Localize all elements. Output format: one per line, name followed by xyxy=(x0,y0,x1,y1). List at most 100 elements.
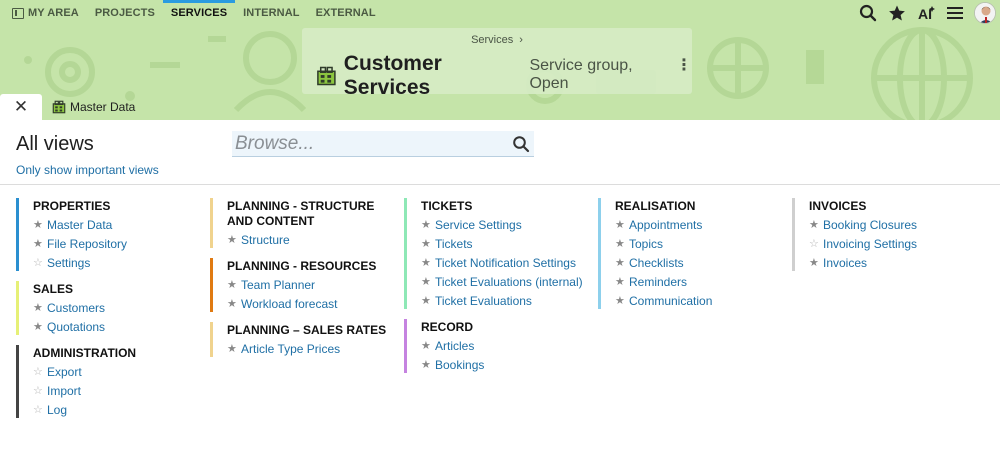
view-item-communication[interactable]: ★ Communication xyxy=(615,294,786,309)
view-item-label[interactable]: Ticket Evaluations (internal) xyxy=(435,275,583,290)
view-item-export[interactable]: ☆ Export xyxy=(33,365,204,380)
view-item-team-planner[interactable]: ★ Team Planner xyxy=(227,278,398,293)
star-filled-icon[interactable]: ★ xyxy=(421,339,433,354)
star-outline-icon[interactable]: ☆ xyxy=(33,384,45,399)
star-filled-icon[interactable]: ★ xyxy=(421,237,433,252)
view-item-label[interactable]: Reminders xyxy=(629,275,687,290)
star-filled-icon[interactable]: ★ xyxy=(615,218,627,233)
view-item-label[interactable]: Invoices xyxy=(823,256,867,271)
view-item-label[interactable]: Customers xyxy=(47,301,105,316)
view-item-import[interactable]: ☆ Import xyxy=(33,384,204,399)
star-outline-icon[interactable]: ☆ xyxy=(33,256,45,271)
view-item-structure[interactable]: ★ Structure xyxy=(227,233,398,248)
view-item-invoices[interactable]: ★ Invoices xyxy=(809,256,980,271)
view-item-label[interactable]: Quotations xyxy=(47,320,105,335)
star-filled-icon[interactable]: ★ xyxy=(33,301,45,316)
view-item-master-data[interactable]: ★ Master Data xyxy=(33,218,204,233)
view-item-reminders[interactable]: ★ Reminders xyxy=(615,275,786,290)
view-item-bookings[interactable]: ★ Bookings xyxy=(421,358,592,373)
view-item-label[interactable]: Appointments xyxy=(629,218,702,233)
view-item-ticket-notification-settings[interactable]: ★ Ticket Notification Settings xyxy=(421,256,592,271)
user-avatar[interactable] xyxy=(974,2,996,24)
view-item-label[interactable]: Communication xyxy=(629,294,712,309)
view-item-invoicing-settings[interactable]: ☆ Invoicing Settings xyxy=(809,237,980,252)
view-item-workload-forecast[interactable]: ★ Workload forecast xyxy=(227,297,398,312)
view-item-label[interactable]: Master Data xyxy=(47,218,112,233)
view-item-label[interactable]: Bookings xyxy=(435,358,484,373)
nav-services[interactable]: SERVICES xyxy=(162,0,236,26)
view-item-article-type-prices[interactable]: ★ Article Type Prices xyxy=(227,342,398,357)
more-options-icon[interactable]: ⋮ xyxy=(676,55,692,75)
star-outline-icon[interactable]: ☆ xyxy=(33,403,45,418)
tab-master-data[interactable]: Master Data xyxy=(42,94,145,120)
view-item-label[interactable]: Ticket Notification Settings xyxy=(435,256,576,271)
search-icon[interactable] xyxy=(858,3,878,23)
star-filled-icon[interactable]: ★ xyxy=(615,294,627,309)
view-item-topics[interactable]: ★ Topics xyxy=(615,237,786,252)
view-item-articles[interactable]: ★ Articles xyxy=(421,339,592,354)
view-item-label[interactable]: Service Settings xyxy=(435,218,522,233)
view-item-label[interactable]: Article Type Prices xyxy=(241,342,340,357)
view-item-label[interactable]: Structure xyxy=(241,233,290,248)
view-item-settings[interactable]: ☆ Settings xyxy=(33,256,204,271)
view-item-label[interactable]: Export xyxy=(47,365,82,380)
view-item-label[interactable]: Tickets xyxy=(435,237,473,252)
view-item-customers[interactable]: ★ Customers xyxy=(33,301,204,316)
star-filled-icon[interactable]: ★ xyxy=(227,297,239,312)
star-filled-icon[interactable]: ★ xyxy=(615,275,627,290)
view-item-label[interactable]: Ticket Evaluations xyxy=(435,294,532,309)
star-filled-icon[interactable]: ★ xyxy=(227,233,239,248)
star-filled-icon[interactable]: ★ xyxy=(33,320,45,335)
views-column: INVOICES ★ Booking Closures ☆ Invoicing Sett… xyxy=(792,198,980,281)
close-tab-button[interactable]: ✕ xyxy=(0,94,42,120)
star-filled-icon[interactable]: ★ xyxy=(615,256,627,271)
star-filled-icon[interactable]: ★ xyxy=(421,294,433,309)
view-item-label[interactable]: Import xyxy=(47,384,81,399)
nav-projects[interactable]: PROJECTS xyxy=(87,0,163,26)
ai-icon[interactable]: AI xyxy=(916,3,936,23)
star-filled-icon[interactable]: ★ xyxy=(421,256,433,271)
star-filled-icon[interactable]: ★ xyxy=(421,218,433,233)
nav-my-area[interactable]: MY AREA xyxy=(0,0,87,26)
star-filled-icon[interactable]: ★ xyxy=(809,218,821,233)
menu-icon[interactable] xyxy=(945,3,965,23)
view-item-file-repository[interactable]: ★ File Repository xyxy=(33,237,204,252)
view-item-booking-closures[interactable]: ★ Booking Closures xyxy=(809,218,980,233)
view-item-label[interactable]: Team Planner xyxy=(241,278,315,293)
browse-input[interactable] xyxy=(232,132,502,155)
star-icon[interactable] xyxy=(887,3,907,23)
nav-external[interactable]: EXTERNAL xyxy=(308,0,384,26)
view-item-ticket-evaluations[interactable]: ★ Ticket Evaluations xyxy=(421,294,592,309)
star-filled-icon[interactable]: ★ xyxy=(33,237,45,252)
view-item-service-settings[interactable]: ★ Service Settings xyxy=(421,218,592,233)
view-item-appointments[interactable]: ★ Appointments xyxy=(615,218,786,233)
star-filled-icon[interactable]: ★ xyxy=(615,237,627,252)
star-outline-icon[interactable]: ☆ xyxy=(809,237,821,252)
important-views-link[interactable]: Only show important views xyxy=(16,163,159,177)
view-item-quotations[interactable]: ★ Quotations xyxy=(33,320,204,335)
view-item-label[interactable]: Articles xyxy=(435,339,474,354)
view-item-log[interactable]: ☆ Log xyxy=(33,403,204,418)
search-icon[interactable] xyxy=(512,135,530,153)
star-filled-icon[interactable]: ★ xyxy=(227,278,239,293)
star-filled-icon[interactable]: ★ xyxy=(809,256,821,271)
view-item-label[interactable]: Checklists xyxy=(629,256,684,271)
nav-internal[interactable]: INTERNAL xyxy=(235,0,307,26)
view-item-checklists[interactable]: ★ Checklists xyxy=(615,256,786,271)
star-filled-icon[interactable]: ★ xyxy=(421,358,433,373)
star-filled-icon[interactable]: ★ xyxy=(33,218,45,233)
star-outline-icon[interactable]: ☆ xyxy=(33,365,45,380)
view-item-tickets[interactable]: ★ Tickets xyxy=(421,237,592,252)
view-item-ticket-evaluations-internal[interactable]: ★ Ticket Evaluations (internal) xyxy=(421,275,592,290)
view-item-label[interactable]: Workload forecast xyxy=(241,297,338,312)
breadcrumb-services[interactable]: Services xyxy=(471,34,513,46)
view-item-label[interactable]: Invoicing Settings xyxy=(823,237,917,252)
star-filled-icon[interactable]: ★ xyxy=(421,275,433,290)
star-filled-icon[interactable]: ★ xyxy=(227,342,239,357)
view-item-label[interactable]: Settings xyxy=(47,256,90,271)
view-item-label[interactable]: Topics xyxy=(629,237,663,252)
view-item-label[interactable]: Log xyxy=(47,403,67,418)
view-item-label[interactable]: File Repository xyxy=(47,237,127,252)
view-group-title: PLANNING – SALES RATES xyxy=(227,323,387,337)
view-item-label[interactable]: Booking Closures xyxy=(823,218,917,233)
